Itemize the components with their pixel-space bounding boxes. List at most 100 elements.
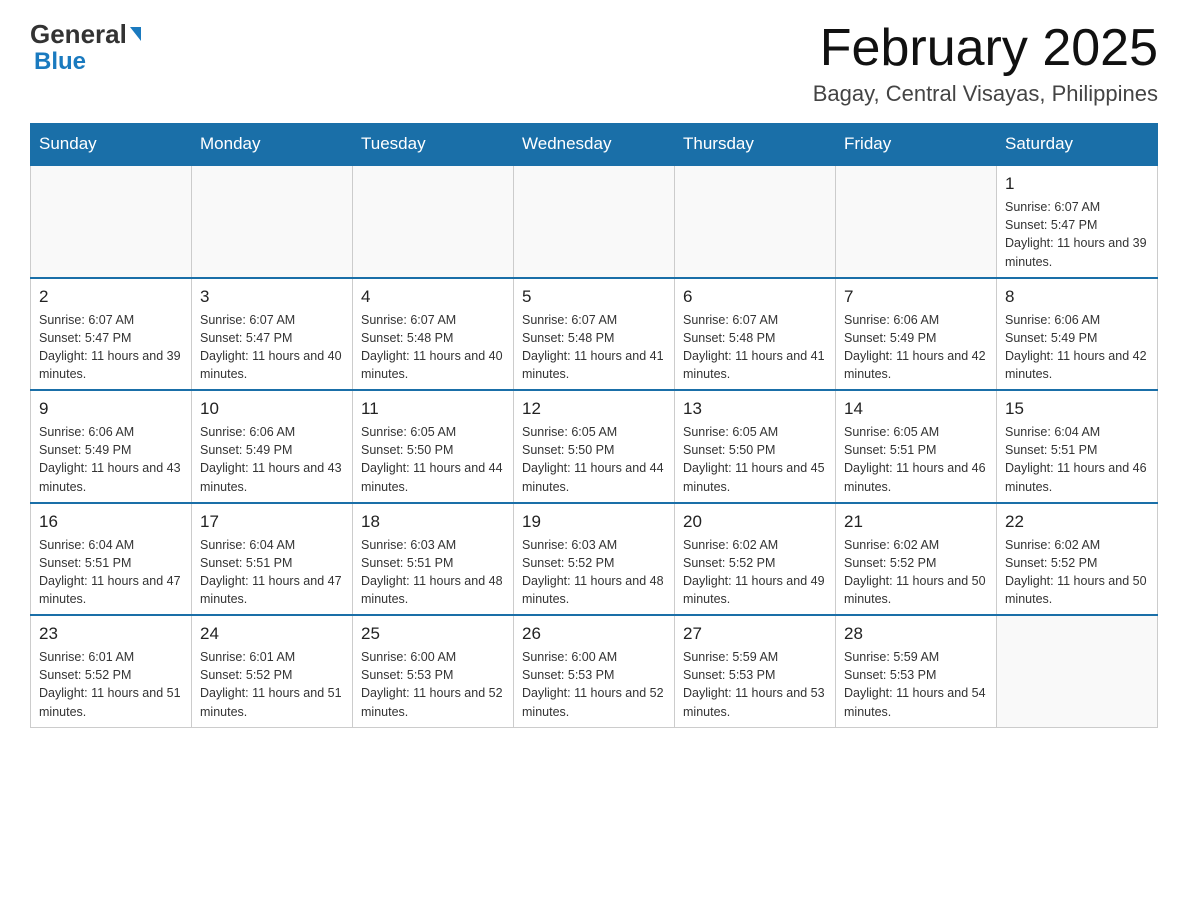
day-number: 17 bbox=[200, 512, 344, 532]
calendar-day-cell bbox=[353, 165, 514, 278]
day-number: 20 bbox=[683, 512, 827, 532]
calendar-day-cell: 22 Sunrise: 6:02 AM Sunset: 5:52 PM Dayli… bbox=[997, 503, 1158, 616]
calendar-day-cell: 11 Sunrise: 6:05 AM Sunset: 5:50 PM Dayli… bbox=[353, 390, 514, 503]
header-monday: Monday bbox=[192, 124, 353, 166]
day-number: 12 bbox=[522, 399, 666, 419]
day-info: Sunrise: 6:07 AM Sunset: 5:47 PM Dayligh… bbox=[1005, 198, 1149, 271]
day-number: 26 bbox=[522, 624, 666, 644]
calendar-day-cell bbox=[192, 165, 353, 278]
day-info: Sunrise: 5:59 AM Sunset: 5:53 PM Dayligh… bbox=[844, 648, 988, 721]
calendar-week-row: 9 Sunrise: 6:06 AM Sunset: 5:49 PM Daylig… bbox=[31, 390, 1158, 503]
day-info: Sunrise: 6:07 AM Sunset: 5:48 PM Dayligh… bbox=[522, 311, 666, 384]
day-info: Sunrise: 6:04 AM Sunset: 5:51 PM Dayligh… bbox=[1005, 423, 1149, 496]
calendar-day-cell: 14Sunrise: 6:05 AM Sunset: 5:51 PM Dayli… bbox=[836, 390, 997, 503]
day-number: 15 bbox=[1005, 399, 1149, 419]
calendar-day-cell: 5 Sunrise: 6:07 AM Sunset: 5:48 PM Daylig… bbox=[514, 278, 675, 391]
day-info: Sunrise: 6:04 AM Sunset: 5:51 PM Dayligh… bbox=[200, 536, 344, 609]
subtitle: Bagay, Central Visayas, Philippines bbox=[813, 81, 1158, 107]
calendar-day-cell: 20 Sunrise: 6:02 AM Sunset: 5:52 PM Dayli… bbox=[675, 503, 836, 616]
calendar-day-cell bbox=[675, 165, 836, 278]
page-header: General Blue February 2025 Bagay, Centra… bbox=[30, 20, 1158, 107]
header-sunday: Sunday bbox=[31, 124, 192, 166]
calendar-week-row: 23 Sunrise: 6:01 AM Sunset: 5:52 PM Dayli… bbox=[31, 615, 1158, 727]
day-info: Sunrise: 6:04 AM Sunset: 5:51 PM Dayligh… bbox=[39, 536, 183, 609]
calendar-day-cell: 24Sunrise: 6:01 AM Sunset: 5:52 PM Dayli… bbox=[192, 615, 353, 727]
calendar-day-cell: 21Sunrise: 6:02 AM Sunset: 5:52 PM Dayli… bbox=[836, 503, 997, 616]
day-number: 28 bbox=[844, 624, 988, 644]
day-number: 11 bbox=[361, 399, 505, 419]
day-number: 18 bbox=[361, 512, 505, 532]
calendar-day-cell: 4Sunrise: 6:07 AM Sunset: 5:48 PM Daylig… bbox=[353, 278, 514, 391]
day-info: Sunrise: 6:07 AM Sunset: 5:47 PM Dayligh… bbox=[200, 311, 344, 384]
header-friday: Friday bbox=[836, 124, 997, 166]
logo-blue-text: Blue bbox=[34, 48, 141, 76]
day-number: 2 bbox=[39, 287, 183, 307]
day-info: Sunrise: 6:05 AM Sunset: 5:50 PM Dayligh… bbox=[361, 423, 505, 496]
calendar-day-cell: 15 Sunrise: 6:04 AM Sunset: 5:51 PM Dayli… bbox=[997, 390, 1158, 503]
calendar-day-cell: 2 Sunrise: 6:07 AM Sunset: 5:47 PM Daylig… bbox=[31, 278, 192, 391]
day-info: Sunrise: 5:59 AM Sunset: 5:53 PM Dayligh… bbox=[683, 648, 827, 721]
calendar-day-cell: 9 Sunrise: 6:06 AM Sunset: 5:49 PM Daylig… bbox=[31, 390, 192, 503]
calendar-day-cell: 8 Sunrise: 6:06 AM Sunset: 5:49 PM Daylig… bbox=[997, 278, 1158, 391]
calendar-day-cell: 19Sunrise: 6:03 AM Sunset: 5:52 PM Dayli… bbox=[514, 503, 675, 616]
header-tuesday: Tuesday bbox=[353, 124, 514, 166]
calendar-day-cell: 28 Sunrise: 5:59 AM Sunset: 5:53 PM Dayli… bbox=[836, 615, 997, 727]
calendar-day-cell: 17 Sunrise: 6:04 AM Sunset: 5:51 PM Dayli… bbox=[192, 503, 353, 616]
day-number: 25 bbox=[361, 624, 505, 644]
day-number: 23 bbox=[39, 624, 183, 644]
calendar-day-cell: 6Sunrise: 6:07 AM Sunset: 5:48 PM Daylig… bbox=[675, 278, 836, 391]
day-number: 9 bbox=[39, 399, 183, 419]
day-info: Sunrise: 6:06 AM Sunset: 5:49 PM Dayligh… bbox=[844, 311, 988, 384]
day-number: 5 bbox=[522, 287, 666, 307]
weekday-header-row: Sunday Monday Tuesday Wednesday Thursday… bbox=[31, 124, 1158, 166]
header-saturday: Saturday bbox=[997, 124, 1158, 166]
day-info: Sunrise: 6:06 AM Sunset: 5:49 PM Dayligh… bbox=[1005, 311, 1149, 384]
calendar-day-cell bbox=[514, 165, 675, 278]
day-number: 8 bbox=[1005, 287, 1149, 307]
logo-triangle-icon bbox=[130, 27, 141, 41]
calendar-day-cell: 27 Sunrise: 5:59 AM Sunset: 5:53 PM Dayli… bbox=[675, 615, 836, 727]
logo-general-text: General bbox=[30, 20, 127, 50]
day-info: Sunrise: 6:03 AM Sunset: 5:51 PM Dayligh… bbox=[361, 536, 505, 609]
calendar-day-cell: 23 Sunrise: 6:01 AM Sunset: 5:52 PM Dayli… bbox=[31, 615, 192, 727]
logo: General Blue bbox=[30, 20, 141, 75]
day-info: Sunrise: 6:07 AM Sunset: 5:47 PM Dayligh… bbox=[39, 311, 183, 384]
day-number: 22 bbox=[1005, 512, 1149, 532]
calendar-table: Sunday Monday Tuesday Wednesday Thursday… bbox=[30, 123, 1158, 728]
day-info: Sunrise: 6:01 AM Sunset: 5:52 PM Dayligh… bbox=[200, 648, 344, 721]
day-number: 1 bbox=[1005, 174, 1149, 194]
main-title: February 2025 bbox=[813, 20, 1158, 77]
calendar-week-row: 2 Sunrise: 6:07 AM Sunset: 5:47 PM Daylig… bbox=[31, 278, 1158, 391]
day-number: 27 bbox=[683, 624, 827, 644]
calendar-day-cell: 26 Sunrise: 6:00 AM Sunset: 5:53 PM Dayli… bbox=[514, 615, 675, 727]
calendar-day-cell bbox=[997, 615, 1158, 727]
calendar-day-cell: 13Sunrise: 6:05 AM Sunset: 5:50 PM Dayli… bbox=[675, 390, 836, 503]
day-number: 7 bbox=[844, 287, 988, 307]
calendar-day-cell: 10 Sunrise: 6:06 AM Sunset: 5:49 PM Dayli… bbox=[192, 390, 353, 503]
calendar-day-cell bbox=[836, 165, 997, 278]
day-info: Sunrise: 6:05 AM Sunset: 5:50 PM Dayligh… bbox=[522, 423, 666, 496]
day-number: 4 bbox=[361, 287, 505, 307]
calendar-day-cell: 12 Sunrise: 6:05 AM Sunset: 5:50 PM Dayli… bbox=[514, 390, 675, 503]
day-number: 21 bbox=[844, 512, 988, 532]
calendar-day-cell: 3 Sunrise: 6:07 AM Sunset: 5:47 PM Daylig… bbox=[192, 278, 353, 391]
day-info: Sunrise: 6:02 AM Sunset: 5:52 PM Dayligh… bbox=[1005, 536, 1149, 609]
day-info: Sunrise: 6:06 AM Sunset: 5:49 PM Dayligh… bbox=[39, 423, 183, 496]
calendar-day-cell: 18 Sunrise: 6:03 AM Sunset: 5:51 PM Dayli… bbox=[353, 503, 514, 616]
day-number: 16 bbox=[39, 512, 183, 532]
day-info: Sunrise: 6:02 AM Sunset: 5:52 PM Dayligh… bbox=[683, 536, 827, 609]
day-info: Sunrise: 6:05 AM Sunset: 5:50 PM Dayligh… bbox=[683, 423, 827, 496]
header-thursday: Thursday bbox=[675, 124, 836, 166]
day-number: 6 bbox=[683, 287, 827, 307]
header-wednesday: Wednesday bbox=[514, 124, 675, 166]
calendar-week-row: 16 Sunrise: 6:04 AM Sunset: 5:51 PM Dayli… bbox=[31, 503, 1158, 616]
day-info: Sunrise: 6:00 AM Sunset: 5:53 PM Dayligh… bbox=[522, 648, 666, 721]
calendar-day-cell: 16 Sunrise: 6:04 AM Sunset: 5:51 PM Dayli… bbox=[31, 503, 192, 616]
calendar-week-row: 1 Sunrise: 6:07 AM Sunset: 5:47 PM Daylig… bbox=[31, 165, 1158, 278]
calendar-day-cell: 25Sunrise: 6:00 AM Sunset: 5:53 PM Dayli… bbox=[353, 615, 514, 727]
day-number: 3 bbox=[200, 287, 344, 307]
day-number: 10 bbox=[200, 399, 344, 419]
day-number: 14 bbox=[844, 399, 988, 419]
day-info: Sunrise: 6:01 AM Sunset: 5:52 PM Dayligh… bbox=[39, 648, 183, 721]
day-info: Sunrise: 6:06 AM Sunset: 5:49 PM Dayligh… bbox=[200, 423, 344, 496]
